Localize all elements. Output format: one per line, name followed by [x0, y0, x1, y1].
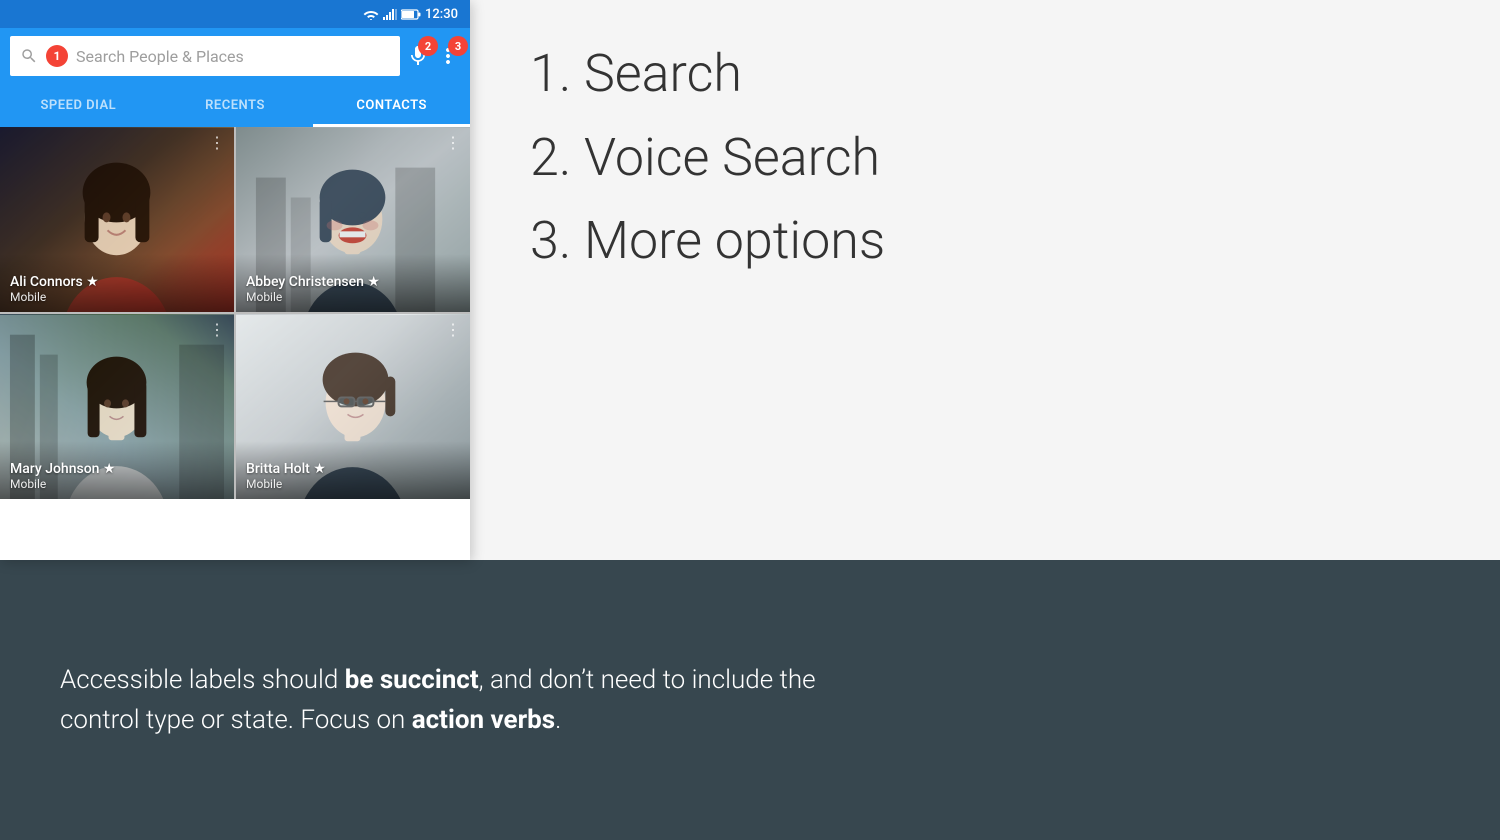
contact-type-ali: Mobile — [10, 290, 224, 304]
search-icon — [20, 47, 38, 65]
contact-name-mary: Mary Johnson ★ — [10, 461, 224, 477]
instruction-3: 3. More options — [530, 207, 1440, 275]
bottom-text-bold1: be succinct — [345, 665, 479, 695]
badge-3: 3 — [448, 36, 468, 56]
contact-info-ali: Ali Connors ★ Mobile — [0, 254, 234, 312]
contact-type-mary: Mobile — [10, 477, 224, 491]
tab-recents[interactable]: RECENTS — [157, 84, 314, 127]
badge-2: 2 — [418, 36, 438, 56]
bottom-section: Accessible labels should be succinct, an… — [0, 560, 1500, 840]
contact-name-ali: Ali Connors ★ — [10, 274, 224, 290]
instruction-2-number: 2. — [530, 127, 571, 188]
dots-icon-ali[interactable]: ⋮ — [209, 135, 226, 151]
instruction-3-number: 3. — [530, 210, 571, 271]
contact-name-abbey: Abbey Christensen ★ — [246, 274, 460, 290]
tab-speed-dial[interactable]: SPEED DIAL — [0, 84, 157, 127]
contact-type-abbey: Mobile — [246, 290, 460, 304]
more-options-button[interactable]: 3 — [436, 44, 460, 68]
phone-mockup: 12:30 1 Search People & Places 2 — [0, 0, 470, 560]
contact-britta[interactable]: ⋮ Britta Holt ★ Mobile — [236, 314, 470, 499]
search-placeholder: Search People & Places — [76, 47, 390, 66]
instructions-panel: 1. Search 2. Voice Search 3. More option… — [470, 0, 1500, 315]
instruction-2-label: Voice Search — [584, 127, 880, 188]
bottom-text-part1: Accessible labels should — [60, 665, 345, 695]
bottom-text-part3: . — [555, 705, 561, 735]
contact-name-britta: Britta Holt ★ — [246, 461, 460, 477]
contact-mary[interactable]: ⋮ Mary Johnson ★ Mobile — [0, 314, 234, 499]
contact-abbey[interactable]: ⋮ Abbey Christensen ★ Mobile — [236, 127, 470, 312]
instruction-3-label: More options — [584, 210, 885, 271]
signal-icon — [383, 9, 397, 20]
instruction-1-number: 1. — [530, 43, 571, 104]
tabs-bar: SPEED DIAL RECENTS CONTACTS — [0, 84, 470, 127]
search-bar: 1 Search People & Places 2 3 — [0, 28, 470, 84]
battery-icon — [401, 9, 421, 20]
status-icons: 12:30 — [363, 7, 458, 22]
contact-info-abbey: Abbey Christensen ★ Mobile — [236, 254, 470, 312]
contact-type-britta: Mobile — [246, 477, 460, 491]
dots-icon-britta[interactable]: ⋮ — [445, 322, 462, 338]
mic-button[interactable]: 2 — [406, 44, 430, 68]
contact-ali[interactable]: ⋮ Ali Connors ★ Mobile — [0, 127, 234, 312]
contacts-grid: ⋮ Ali Connors ★ Mobile — [0, 127, 470, 499]
top-section: 12:30 1 Search People & Places 2 — [0, 0, 1500, 560]
instruction-1-label: Search — [584, 43, 742, 104]
tab-contacts[interactable]: CONTACTS — [313, 84, 470, 127]
contact-info-mary: Mary Johnson ★ Mobile — [0, 441, 234, 499]
bottom-text: Accessible labels should be succinct, an… — [60, 660, 820, 741]
status-bar: 12:30 — [0, 0, 470, 28]
dots-icon-abbey[interactable]: ⋮ — [445, 135, 462, 151]
badge-1: 1 — [46, 45, 68, 67]
bottom-text-bold2: action verbs — [412, 705, 555, 735]
dots-icon-mary[interactable]: ⋮ — [209, 322, 226, 338]
instruction-1: 1. Search — [530, 40, 1440, 108]
search-input-container[interactable]: 1 Search People & Places — [10, 36, 400, 76]
contact-info-britta: Britta Holt ★ Mobile — [236, 441, 470, 499]
instruction-2: 2. Voice Search — [530, 124, 1440, 192]
status-time: 12:30 — [425, 7, 458, 22]
wifi-icon — [363, 8, 379, 20]
